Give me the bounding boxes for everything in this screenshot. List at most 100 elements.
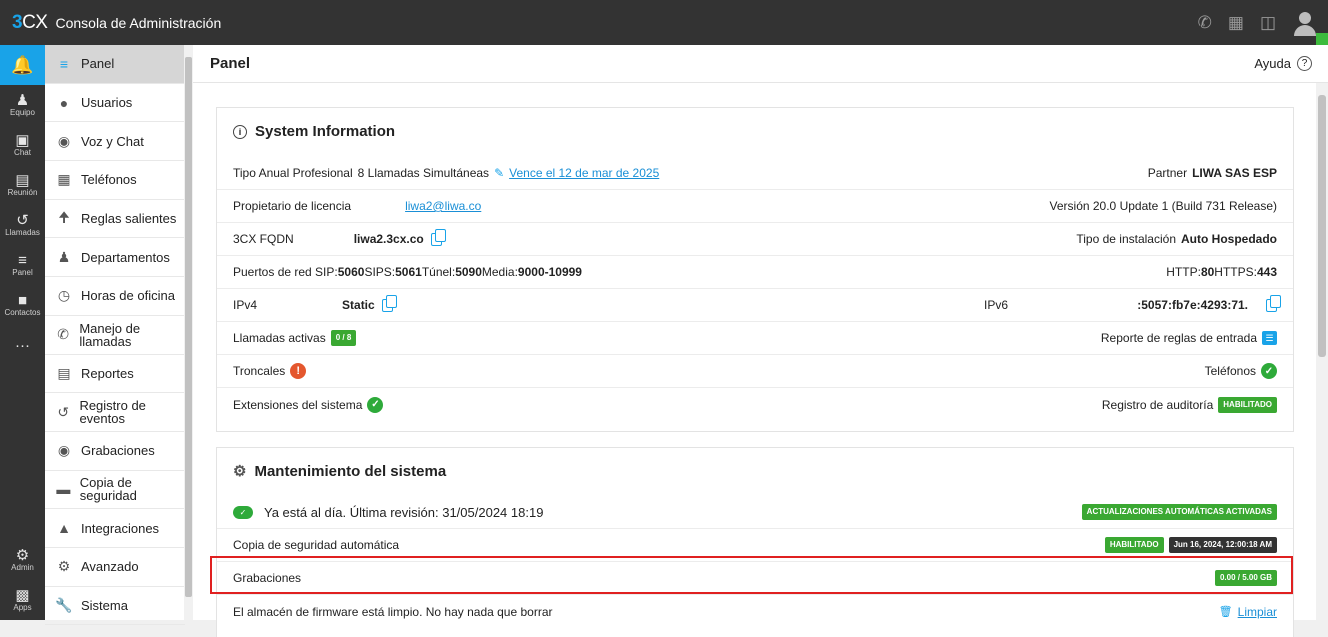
rail-item-admin[interactable]: ⚙ Admin	[0, 540, 45, 580]
copy-icon[interactable]	[381, 294, 397, 312]
call-handling-icon: ✆	[57, 326, 70, 343]
book-icon[interactable]: ◫	[1260, 13, 1276, 33]
check-icon: ✓	[1261, 363, 1277, 379]
system-information-title: i System Information	[233, 123, 395, 140]
dashboard-icon: ≡	[59, 55, 69, 72]
rail-item-more[interactable]: ···	[0, 325, 45, 365]
firmware-row: El almacén de firmware está limpio. No h…	[233, 604, 1277, 619]
rail-item-panel[interactable]: ≡ Panel	[0, 245, 45, 285]
rail-item-chat[interactable]: ▣ Chat	[0, 125, 45, 165]
nav-item-reportes[interactable]: ▤ Reportes	[45, 355, 185, 394]
nav-item-avanzado[interactable]: ⚙ Avanzado	[45, 548, 185, 587]
info-icon: i	[233, 124, 247, 139]
bell-icon: 🔔	[11, 54, 34, 75]
meeting-icon: ▤	[15, 172, 30, 189]
list-icon[interactable]: ☰	[1262, 331, 1277, 345]
report-icon: ▤	[57, 364, 71, 381]
phone-grid-icon: ▦	[57, 171, 71, 188]
audit-status-badge: HABILITADO	[1218, 396, 1277, 413]
contacts-icon: ■	[17, 292, 28, 309]
nav-item-usuarios[interactable]: ● Usuarios	[45, 84, 185, 123]
backup-icon: ▬	[56, 481, 71, 498]
system-information-card: i System Information Tipo Anual Profesion…	[216, 107, 1294, 432]
help-link[interactable]: Ayuda?	[1254, 56, 1312, 71]
nav-item-panel[interactable]: ≡ Panel	[45, 45, 185, 84]
backup-row: Copia de seguridad automática HABILITADO…	[217, 529, 1293, 562]
main-scrollbar[interactable]	[1316, 83, 1328, 620]
team-icon: ♟	[15, 92, 30, 109]
departments-icon: ♟	[57, 248, 71, 265]
app-logo[interactable]: 3CX	[12, 12, 48, 34]
trash-icon: 🗑	[1218, 606, 1233, 618]
rail-item-apps[interactable]: ▩ Apps	[0, 580, 45, 620]
cloud-check-icon: ✓	[233, 505, 253, 519]
user-avatar-icon[interactable]	[1292, 8, 1318, 38]
phone-icon[interactable]: ✆	[1198, 13, 1212, 33]
clock-icon: ◷	[57, 287, 71, 304]
backup-date-badge: Jun 16, 2024, 12:00:18 AM	[1168, 537, 1277, 553]
wrench-icon: 🔧	[55, 596, 73, 613]
main-content: Panel Ayuda? i System Information Tipo An…	[193, 45, 1328, 637]
nav-item-integraciones[interactable]: ▲ Integraciones	[45, 509, 185, 548]
more-icon: ···	[15, 336, 30, 354]
nav-item-reglas-salientes[interactable]: 🠉 Reglas salientes	[45, 200, 185, 239]
copy-icon[interactable]	[430, 228, 446, 246]
maintenance-card: ⚙ Mantenimiento del sistema ✓ Ya está al d…	[216, 447, 1294, 637]
page-header: Panel Ayuda?	[193, 45, 1328, 83]
puzzle-icon: ▲	[57, 520, 71, 537]
rail-item-llamadas[interactable]: ↺ Llamadas	[0, 205, 45, 245]
nav-item-registro-eventos[interactable]: ↺ Registro de eventos	[45, 393, 185, 432]
rail-item-reunion[interactable]: ▤ Reunión	[0, 165, 45, 205]
expiry-link[interactable]: Vence el 12 de mar de 2025	[509, 166, 659, 180]
ip-row: IPv4 Static IPv6 :5057:fb7e:4293:71.	[217, 289, 1293, 322]
copy-icon[interactable]	[1266, 294, 1281, 312]
warning-icon[interactable]: !	[290, 363, 307, 379]
app-title: Consola de Administración	[55, 14, 222, 31]
gear-icon: ⚙	[15, 547, 30, 564]
active-calls-row: Llamadas activas 0 / 8 Reporte de reglas …	[217, 322, 1293, 355]
rail-item-notifications[interactable]: 🔔	[0, 45, 45, 85]
side-nav: ≡ Panel ● Usuarios ◉ Voz y Chat ▦ Teléfonos …	[45, 45, 193, 626]
status-indicator	[1316, 33, 1328, 45]
page-title: Panel	[210, 55, 251, 72]
check-icon: ✓	[367, 396, 384, 413]
history-icon: ↺	[57, 403, 70, 420]
recordings-usage-badge: 0.00 / 5.00 GB	[1214, 570, 1277, 586]
rail-item-contactos[interactable]: ■ Contactos	[0, 285, 45, 325]
nav-item-manejo-llamadas[interactable]: ✆ Manejo de llamadas	[45, 316, 185, 355]
chat-icon: ▣	[15, 132, 30, 149]
top-bar: 3CX Consola de Administración ✆ ▦ ◫	[0, 0, 1328, 45]
nav-item-grabaciones[interactable]: ◉ Grabaciones	[45, 432, 185, 471]
extensions-row: Extensiones del sistema ✓ Registro de aud…	[217, 388, 1293, 421]
calls-icon: ↺	[16, 212, 29, 229]
active-calls-badge: 0 / 8	[330, 330, 357, 346]
nav-item-horas-oficina[interactable]: ◷ Horas de oficina	[45, 277, 185, 316]
clean-link[interactable]: Limpiar	[1238, 605, 1277, 619]
arrow-up-icon: 🠉	[58, 208, 70, 225]
ports-row: Puertos de red SIP: 5060 SIPS: 5061 Túnel:…	[217, 256, 1293, 289]
updates-row: ✓ Ya está al día. Última revisión: 31/05/…	[217, 496, 1293, 529]
globe-icon: ◉	[57, 132, 71, 149]
apps-icon: ▩	[15, 587, 30, 604]
license-row: Tipo Anual Profesional 8 Llamadas Simultá…	[217, 157, 1293, 190]
nav-item-departamentos[interactable]: ♟ Departamentos	[45, 238, 185, 278]
trunks-row: Troncales! Teléfonos ✓	[217, 355, 1293, 388]
icon-rail: 🔔 ♟ Equipo ▣ Chat ▤ Reunión ↺ Llamadas ≡ Pane…	[0, 45, 45, 620]
question-icon: ?	[1297, 56, 1312, 71]
auto-updates-badge: ACTUALIZACIONES AUTOMÁTICAS ACTIVADAS	[1081, 504, 1277, 520]
nav-item-copia-seguridad[interactable]: ▬ Copia de seguridad	[45, 471, 185, 510]
panel-icon: ≡	[18, 252, 27, 269]
gear-icon: ⚙	[57, 558, 71, 575]
pencil-icon: ✎	[494, 166, 505, 180]
fqdn-row: 3CX FQDN liwa2.3cx.co Tipo de instalación…	[217, 223, 1293, 256]
sidenav-scrollbar[interactable]	[184, 45, 193, 620]
rail-item-equipo[interactable]: ♟ Equipo	[0, 85, 45, 125]
nav-item-voz-chat[interactable]: ◉ Voz y Chat	[45, 122, 185, 162]
owner-email-link[interactable]: liwa2@liwa.co	[405, 199, 481, 213]
user-icon: ●	[59, 94, 69, 111]
gear-icon: ⚙	[233, 463, 247, 480]
qr-code-icon[interactable]: ▦	[1228, 13, 1244, 33]
nav-item-telefonos[interactable]: ▦ Teléfonos	[45, 161, 185, 200]
maintenance-title: ⚙ Mantenimiento del sistema	[233, 462, 447, 481]
record-icon: ◉	[57, 442, 71, 459]
